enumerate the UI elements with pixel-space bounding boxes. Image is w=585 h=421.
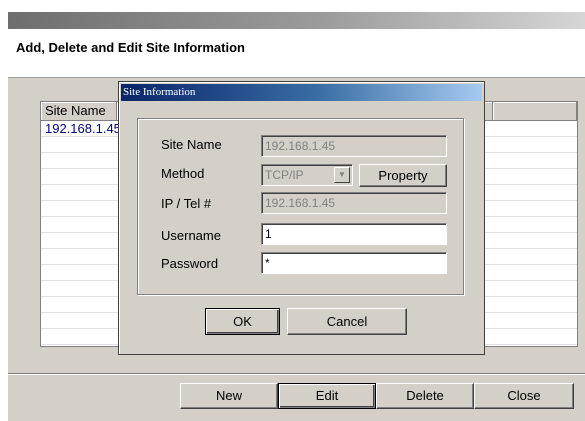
cancel-button[interactable]: Cancel bbox=[287, 308, 407, 335]
edit-button[interactable]: Edit bbox=[278, 383, 376, 409]
site-name-label: Site Name bbox=[161, 137, 222, 152]
password-value: * bbox=[265, 256, 270, 270]
ok-button[interactable]: OK bbox=[205, 308, 280, 335]
username-field[interactable]: 1 bbox=[261, 223, 447, 245]
bottom-divider bbox=[8, 373, 585, 375]
username-label: Username bbox=[161, 228, 221, 243]
column-header-3[interactable] bbox=[493, 102, 577, 120]
column-header-site-name[interactable]: Site Name bbox=[41, 102, 117, 120]
window-titlebar bbox=[8, 12, 585, 29]
site-information-dialog: Site Information Site Name 192.168.1.45 … bbox=[118, 81, 485, 355]
dialog-titlebar[interactable]: Site Information bbox=[121, 84, 482, 101]
ip-tel-label: IP / Tel # bbox=[161, 196, 212, 211]
password-field[interactable]: * bbox=[261, 252, 447, 274]
close-button[interactable]: Close bbox=[474, 383, 574, 409]
new-button[interactable]: New bbox=[180, 383, 278, 409]
chevron-down-icon[interactable]: ▼ bbox=[334, 167, 350, 183]
method-select[interactable]: TCP/IP ▼ bbox=[261, 164, 353, 186]
username-value: 1 bbox=[265, 227, 272, 241]
delete-button[interactable]: Delete bbox=[376, 383, 474, 409]
method-label: Method bbox=[161, 166, 205, 181]
property-button[interactable]: Property bbox=[359, 164, 447, 187]
page-title: Add, Delete and Edit Site Information bbox=[16, 40, 245, 55]
ip-tel-field[interactable]: 192.168.1.45 bbox=[261, 192, 447, 214]
site-name-field[interactable]: 192.168.1.45 bbox=[261, 135, 447, 157]
method-value: TCP/IP bbox=[265, 168, 304, 182]
password-label: Password bbox=[161, 256, 219, 271]
